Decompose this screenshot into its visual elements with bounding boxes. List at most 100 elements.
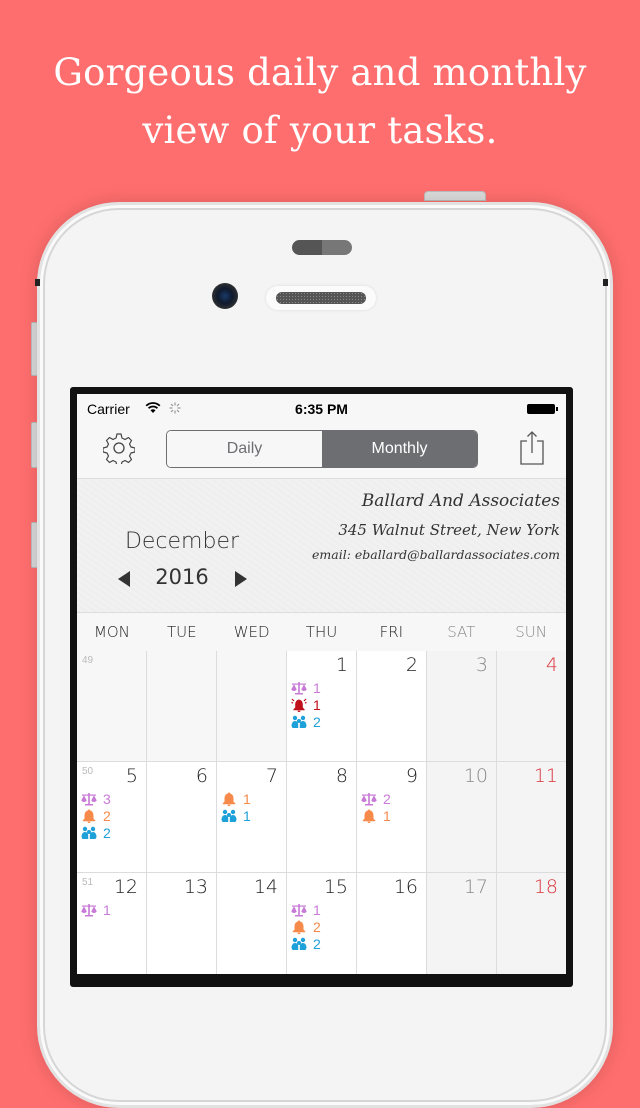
status-time: 6:35 PM: [295, 401, 348, 417]
task-summary: 21: [361, 790, 391, 824]
scale-icon: [81, 792, 103, 806]
day-cell[interactable]: 50 5 3 2 2: [77, 762, 147, 873]
year-label: 2016: [155, 565, 209, 589]
task-count: 2: [383, 790, 391, 807]
day-number: 14: [253, 876, 278, 898]
empty-day-cell: [147, 651, 217, 762]
task-count-row: 2: [81, 824, 111, 841]
task-count-row: 2: [291, 713, 321, 730]
navigation-bar: Daily Monthly: [77, 422, 566, 479]
task-count-row: 1: [291, 679, 321, 696]
headline-line-1: Gorgeous daily and monthly: [53, 51, 587, 94]
empty-day-cell: 49: [77, 651, 147, 762]
day-number: 5: [125, 765, 138, 787]
day-cell[interactable]: 921: [357, 762, 427, 873]
task-count-row: 1: [291, 901, 321, 918]
day-number: 3: [475, 654, 488, 676]
day-number: 13: [183, 876, 208, 898]
task-count-row: 1: [221, 790, 251, 807]
scale-icon: [81, 903, 103, 917]
segment-monthly[interactable]: Monthly: [322, 431, 477, 467]
people-icon: [291, 937, 313, 951]
task-count-row: 2: [291, 918, 321, 935]
day-number: 1: [335, 654, 348, 676]
bell-icon: [81, 809, 103, 823]
day-cell[interactable]: 10: [427, 762, 497, 873]
bell-icon: [221, 792, 243, 806]
day-cell[interactable]: 14: [217, 873, 287, 974]
task-count: 2: [313, 713, 321, 730]
triangle-right-icon[interactable]: [235, 571, 247, 587]
day-number: 6: [195, 765, 208, 787]
task-summary: 11: [221, 790, 251, 824]
task-count: 2: [103, 824, 111, 841]
triangle-left-icon[interactable]: [118, 571, 130, 587]
task-count-row: 1: [221, 807, 251, 824]
task-count: 1: [243, 790, 251, 807]
day-cell[interactable]: 711: [217, 762, 287, 873]
task-count: 2: [103, 807, 111, 824]
weekday-thu: THU: [305, 623, 338, 641]
day-cell[interactable]: 1112: [287, 651, 357, 762]
task-count: 1: [313, 901, 321, 918]
day-number: 11: [533, 765, 558, 787]
month-grid: 49 1 1 1 2 2 3 4 50 5 3 2 2 6 7 1 1 8 9 2 1 10 11 51 12 1 13 14 15 1 2…: [77, 651, 566, 974]
week-number: 50: [82, 766, 94, 777]
task-count: 1: [383, 807, 391, 824]
front-camera: [212, 283, 238, 309]
view-segmented-control: Daily Monthly: [166, 430, 478, 468]
day-cell[interactable]: 8: [287, 762, 357, 873]
task-count-row: 2: [361, 790, 391, 807]
share-icon[interactable]: [518, 430, 546, 466]
gear-icon[interactable]: [103, 432, 135, 464]
day-cell[interactable]: 16: [357, 873, 427, 974]
bell-icon: [361, 809, 383, 823]
task-count: 1: [103, 901, 111, 918]
day-cell[interactable]: 3: [427, 651, 497, 762]
day-cell[interactable]: 13: [147, 873, 217, 974]
week-number: 51: [82, 877, 94, 888]
day-cell[interactable]: 15 1 2 2: [287, 873, 357, 974]
day-cell[interactable]: 11: [497, 762, 566, 873]
segment-daily[interactable]: Daily: [167, 431, 322, 467]
task-summary: 112: [291, 679, 321, 730]
day-cell[interactable]: 4: [497, 651, 566, 762]
day-cell[interactable]: 18: [497, 873, 566, 974]
day-number: 12: [113, 876, 138, 898]
calendar-header: December 2016 Ballard And Associates 345…: [77, 479, 566, 613]
alarm-bell-icon: [291, 698, 313, 712]
day-number: 17: [463, 876, 488, 898]
app-screen: Carrier 6:35 PM Daily Monthly December 2…: [77, 394, 566, 974]
day-number: 2: [405, 654, 418, 676]
task-summary: 122: [291, 901, 321, 952]
business-address: 345 Walnut Street, New York: [338, 521, 560, 539]
task-count: 1: [313, 696, 321, 713]
task-count: 2: [313, 918, 321, 935]
day-cell[interactable]: 2: [357, 651, 427, 762]
people-icon: [81, 826, 103, 840]
day-cell[interactable]: 51 12 1: [77, 873, 147, 974]
business-name: Ballard And Associates: [361, 491, 560, 511]
people-icon: [291, 715, 313, 729]
weekday-tue: TUE: [166, 623, 197, 641]
bell-icon: [291, 920, 313, 934]
weekday-header: MON TUE WED THU FRI SAT SUN: [77, 613, 566, 651]
day-cell[interactable]: 17: [427, 873, 497, 974]
day-number: 18: [533, 876, 558, 898]
task-count: 1: [243, 807, 251, 824]
task-summary: 1: [81, 901, 111, 918]
headline-line-2: view of your tasks.: [142, 109, 498, 152]
task-count: 1: [313, 679, 321, 696]
day-cell[interactable]: 6: [147, 762, 217, 873]
antenna-line: [35, 279, 40, 286]
task-count: 2: [313, 935, 321, 952]
weekday-sat: SAT: [447, 623, 476, 641]
task-summary: 322: [81, 790, 111, 841]
people-icon: [221, 809, 243, 823]
day-number: 10: [463, 765, 488, 787]
task-count: 3: [103, 790, 111, 807]
week-number: 49: [82, 655, 94, 666]
power-button: [424, 191, 486, 201]
scale-icon: [291, 903, 313, 917]
task-count-row: 1: [291, 696, 321, 713]
